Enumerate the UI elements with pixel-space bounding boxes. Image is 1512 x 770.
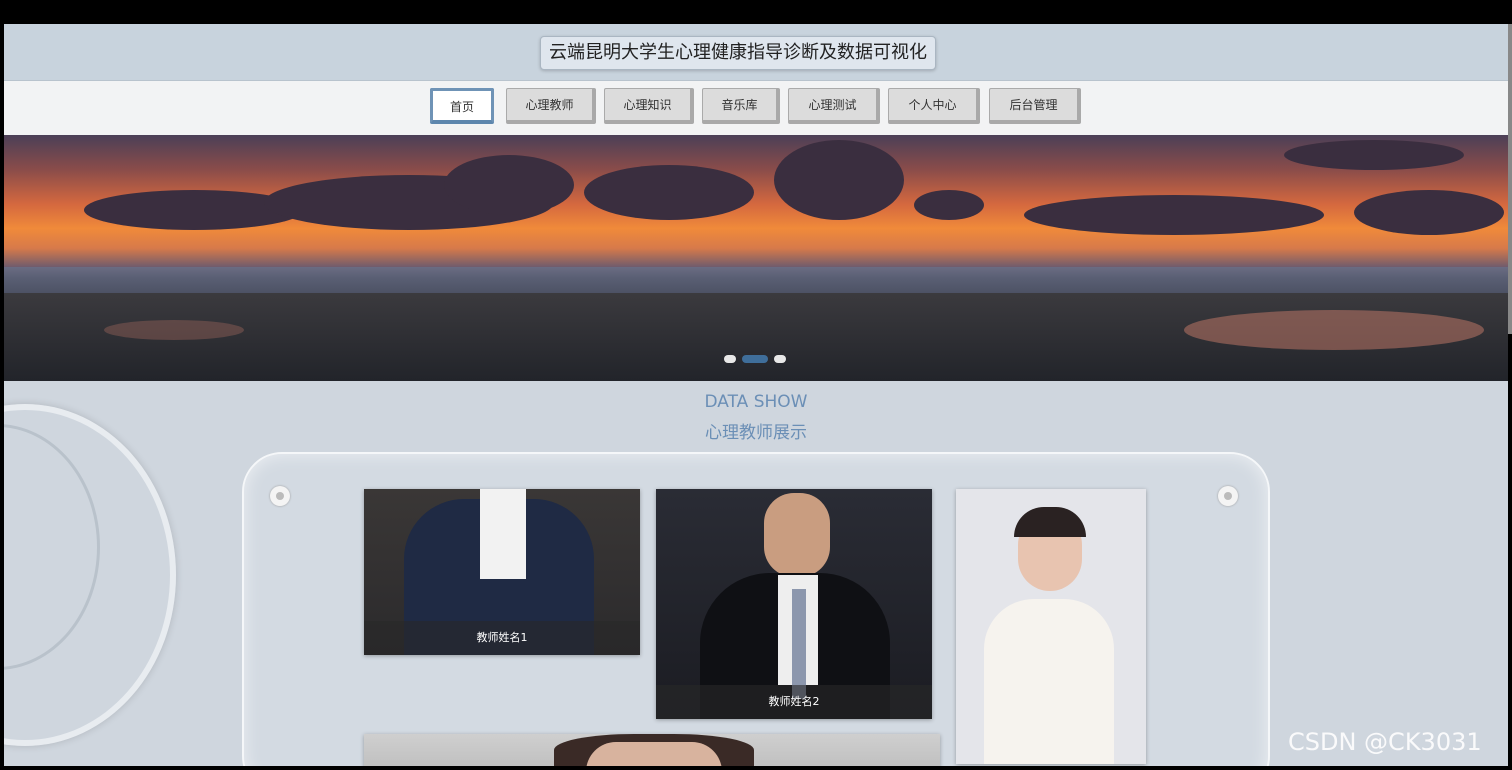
carousel-dot-active[interactable] (742, 355, 768, 363)
cloud-shape (1024, 195, 1324, 235)
site-title: 云端昆明大学生心理健康指导诊断及数据可视化 (540, 36, 936, 70)
hair-shape (1014, 507, 1086, 537)
carousel-dot[interactable] (724, 355, 736, 363)
navbar: 首页 心理教师 心理知识 音乐库 心理测试 个人中心 后台管理 (4, 81, 1508, 135)
teacher-card[interactable]: 教师姓名1 (364, 489, 640, 655)
cloud-shape (774, 140, 904, 220)
nav-teachers[interactable]: 心理教师 (506, 88, 596, 124)
water-reflection (1184, 310, 1484, 350)
nav-test[interactable]: 心理测试 (788, 88, 880, 124)
shirt-shape (480, 489, 526, 579)
header: 云端昆明大学生心理健康指导诊断及数据可视化 (4, 24, 1508, 81)
face-shape (586, 742, 722, 766)
nav-knowledge[interactable]: 心理知识 (604, 88, 694, 124)
face-shape (764, 493, 830, 577)
cloud-shape (1284, 140, 1464, 170)
cloud-shape (1354, 190, 1504, 235)
watermark: CSDN @CK3031 (1288, 728, 1482, 756)
teacher-card[interactable]: 教师姓名2 (656, 489, 932, 719)
banner-carousel[interactable] (4, 135, 1508, 381)
carousel-dot[interactable] (774, 355, 786, 363)
cloud-shape (914, 190, 984, 220)
page: 云端昆明大学生心理健康指导诊断及数据可视化 首页 心理教师 心理知识 音乐库 心… (4, 24, 1508, 766)
teacher-photo (984, 599, 1114, 764)
nav-personal[interactable]: 个人中心 (888, 88, 980, 124)
section-subtitle: DATA SHOW (704, 392, 808, 412)
teacher-card[interactable] (956, 489, 1146, 764)
scrollbar[interactable] (1508, 24, 1512, 334)
teacher-card[interactable] (364, 734, 940, 766)
cloud-shape (444, 155, 574, 215)
teacher-name: 教师姓名2 (656, 685, 932, 719)
next-arrow-icon[interactable] (1218, 486, 1238, 506)
tie-shape (792, 589, 806, 699)
section-title: 心理教师展示 (705, 423, 807, 443)
cloud-shape (584, 165, 754, 220)
water-reflection (104, 320, 244, 340)
nav-admin[interactable]: 后台管理 (989, 88, 1081, 124)
prev-arrow-icon[interactable] (270, 486, 290, 506)
nav-home[interactable]: 首页 (430, 88, 494, 124)
teacher-name: 教师姓名1 (364, 621, 640, 655)
nav-music[interactable]: 音乐库 (702, 88, 780, 124)
